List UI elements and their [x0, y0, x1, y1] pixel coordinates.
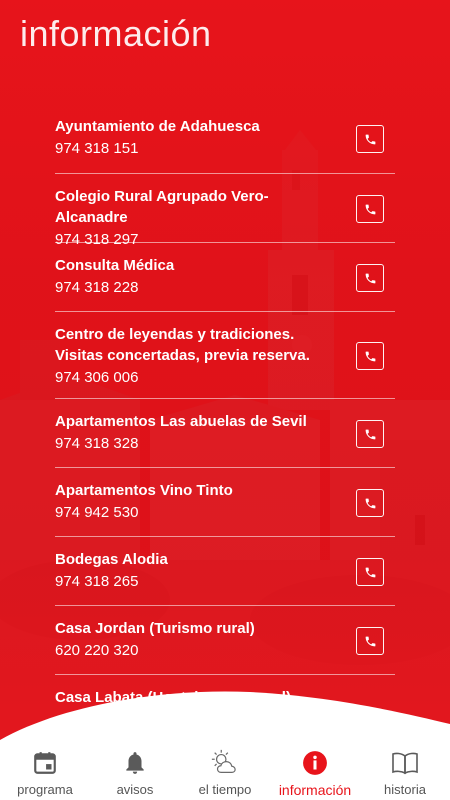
bottom-tab-bar: programa avisos el tiempo información hi…: [0, 740, 450, 800]
contact-name: Apartamentos Vino Tinto: [55, 482, 233, 499]
header: información: [0, 0, 450, 60]
contact-name: Centro de leyendas y tradiciones. Visita…: [55, 326, 310, 364]
tab-label: información: [278, 782, 352, 798]
contact-name: Ayuntamiento de Adahuesca: [55, 118, 260, 135]
tab-label: avisos: [116, 782, 154, 797]
contact-name: Consulta Médica: [55, 257, 175, 274]
contact-name: Colegio Rural Agrupado Vero-Alcanadre: [55, 188, 269, 226]
contact-phone: 974 318 328: [55, 435, 139, 452]
tab-label: historia: [384, 782, 426, 797]
call-button[interactable]: [356, 125, 384, 153]
page-title: información: [20, 13, 212, 54]
bell-icon: [120, 748, 150, 778]
contact-item: Apartamentos Las abuelas de Sevil 974 31…: [55, 399, 395, 468]
call-button[interactable]: [356, 420, 384, 448]
call-button[interactable]: [356, 627, 384, 655]
call-button[interactable]: [356, 264, 384, 292]
calendar-icon: [30, 748, 60, 778]
phone-icon: [365, 273, 375, 283]
phone-icon: [365, 498, 375, 508]
phone-icon: [365, 636, 375, 646]
phone-icon: [365, 567, 375, 577]
call-button[interactable]: [356, 195, 384, 223]
contact-phone: 620 220 320: [55, 642, 139, 659]
contact-item: Consulta Médica 974 318 228: [55, 243, 395, 312]
tab-avisos[interactable]: avisos: [90, 740, 180, 800]
contact-phone: 974 318 265: [55, 573, 139, 590]
call-button[interactable]: [356, 558, 384, 586]
phone-icon: [365, 351, 375, 361]
call-button[interactable]: [356, 342, 384, 370]
weather-icon: [210, 748, 240, 778]
contact-item: Centro de leyendas y tradiciones. Visita…: [55, 312, 395, 399]
phone-icon: [365, 429, 375, 439]
contact-item: Colegio Rural Agrupado Vero-Alcanadre 97…: [55, 174, 395, 248]
call-button[interactable]: [356, 489, 384, 517]
tab-historia[interactable]: historia: [360, 740, 450, 800]
contact-name: Bodegas Alodia: [55, 551, 168, 568]
tab-informacion[interactable]: información: [270, 740, 360, 800]
contact-item: Casa Jordan (Turismo rural) 620 220 320: [55, 606, 395, 675]
tab-programa[interactable]: programa: [0, 740, 90, 800]
contact-name: Apartamentos Las abuelas de Sevil: [55, 413, 307, 430]
contact-item: Bodegas Alodia 974 318 265: [55, 537, 395, 606]
phone-icon: [365, 134, 375, 144]
tab-label: el tiempo: [198, 782, 252, 797]
contact-item: Apartamentos Vino Tinto 974 942 530: [55, 468, 395, 537]
contact-name: Casa Jordan (Turismo rural): [55, 620, 255, 637]
contact-item: Casa Labata (Hostal y casa rural): [55, 675, 395, 704]
contact-phone: 974 942 530: [55, 504, 139, 521]
contact-name: Casa Labata (Hostal y casa rural): [55, 689, 291, 704]
info-icon: [300, 748, 330, 778]
tab-label: programa: [17, 782, 73, 797]
contact-phone: 974 318 228: [55, 279, 139, 296]
contact-list[interactable]: Ayuntamiento de Adahuesca 974 318 151 Co…: [55, 104, 395, 704]
tab-el-tiempo[interactable]: el tiempo: [180, 740, 270, 800]
contact-item: Ayuntamiento de Adahuesca 974 318 151: [55, 104, 395, 174]
book-icon: [390, 748, 420, 778]
contact-phone: 974 306 006: [55, 369, 139, 386]
phone-icon: [365, 204, 375, 214]
contact-phone: 974 318 151: [55, 140, 139, 157]
